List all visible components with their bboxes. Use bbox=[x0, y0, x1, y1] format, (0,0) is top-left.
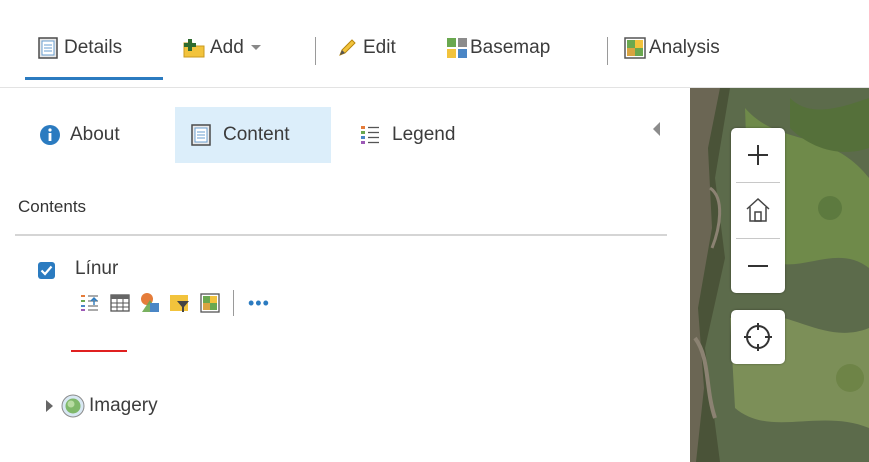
layer-visibility-checkbox[interactable] bbox=[38, 262, 55, 279]
details-button[interactable]: Details bbox=[38, 34, 122, 62]
pencil-icon bbox=[339, 39, 356, 56]
top-toolbar: Details Add Edit Basemap Analysis bbox=[0, 0, 869, 88]
more-options-icon[interactable]: ••• bbox=[248, 294, 270, 312]
basemap-label: Basemap bbox=[470, 37, 551, 58]
tab-about-label: About bbox=[70, 124, 120, 145]
tab-content-label: Content bbox=[223, 124, 290, 145]
tab-about[interactable]: About bbox=[39, 107, 120, 163]
analysis-label: Analysis bbox=[649, 37, 720, 58]
contents-heading: Contents bbox=[18, 197, 87, 216]
content-icon bbox=[191, 124, 211, 146]
locate-button[interactable] bbox=[731, 310, 785, 364]
table-icon[interactable] bbox=[107, 290, 133, 316]
info-icon bbox=[40, 125, 60, 145]
chevron-down-icon bbox=[250, 45, 261, 50]
tools-divider bbox=[233, 290, 234, 316]
basemap-icon bbox=[447, 38, 467, 58]
zoom-controls bbox=[731, 128, 785, 293]
zoom-out-button[interactable] bbox=[731, 239, 785, 293]
globe-icon bbox=[61, 394, 85, 418]
expand-arrow-icon[interactable] bbox=[46, 400, 53, 412]
toolbar-divider bbox=[607, 37, 608, 65]
tab-content[interactable]: Content bbox=[175, 107, 331, 163]
add-label: Add bbox=[210, 37, 244, 58]
checkmark-icon bbox=[40, 265, 53, 276]
filter-icon[interactable] bbox=[167, 290, 193, 316]
minus-icon bbox=[748, 265, 768, 267]
details-icon bbox=[38, 37, 58, 59]
analysis-button[interactable]: Analysis bbox=[624, 34, 720, 62]
basemap-layer-row: Imagery bbox=[46, 392, 158, 420]
tab-legend-label: Legend bbox=[392, 124, 456, 145]
change-style-icon[interactable] bbox=[137, 290, 163, 316]
legend-symbol-line bbox=[71, 350, 127, 352]
layer-tools: ••• bbox=[77, 290, 270, 316]
analysis-icon[interactable] bbox=[197, 290, 223, 316]
show-table-icon[interactable] bbox=[77, 290, 103, 316]
zoom-in-button[interactable] bbox=[731, 128, 785, 182]
edit-label: Edit bbox=[363, 37, 396, 58]
tab-legend[interactable]: Legend bbox=[360, 107, 455, 163]
collapse-panel-icon[interactable] bbox=[653, 122, 660, 136]
legend-icon bbox=[361, 126, 379, 144]
plus-icon bbox=[748, 145, 768, 165]
active-tab-underline bbox=[25, 77, 163, 80]
home-button[interactable] bbox=[731, 183, 785, 237]
home-icon bbox=[746, 197, 770, 222]
toolbar-divider bbox=[315, 37, 316, 65]
analysis-icon bbox=[624, 37, 646, 59]
edit-button[interactable]: Edit bbox=[337, 34, 396, 62]
locate-icon bbox=[744, 323, 772, 351]
details-label: Details bbox=[64, 37, 123, 58]
add-button[interactable]: Add bbox=[182, 34, 262, 62]
imagery-layer-name[interactable]: Imagery bbox=[89, 395, 158, 417]
layer-name[interactable]: Línur bbox=[75, 258, 118, 280]
heading-divider bbox=[15, 234, 667, 236]
basemap-button[interactable]: Basemap bbox=[446, 34, 550, 62]
details-panel: About Content Legend Contents Línur ••• … bbox=[0, 88, 682, 462]
add-icon bbox=[183, 39, 205, 58]
